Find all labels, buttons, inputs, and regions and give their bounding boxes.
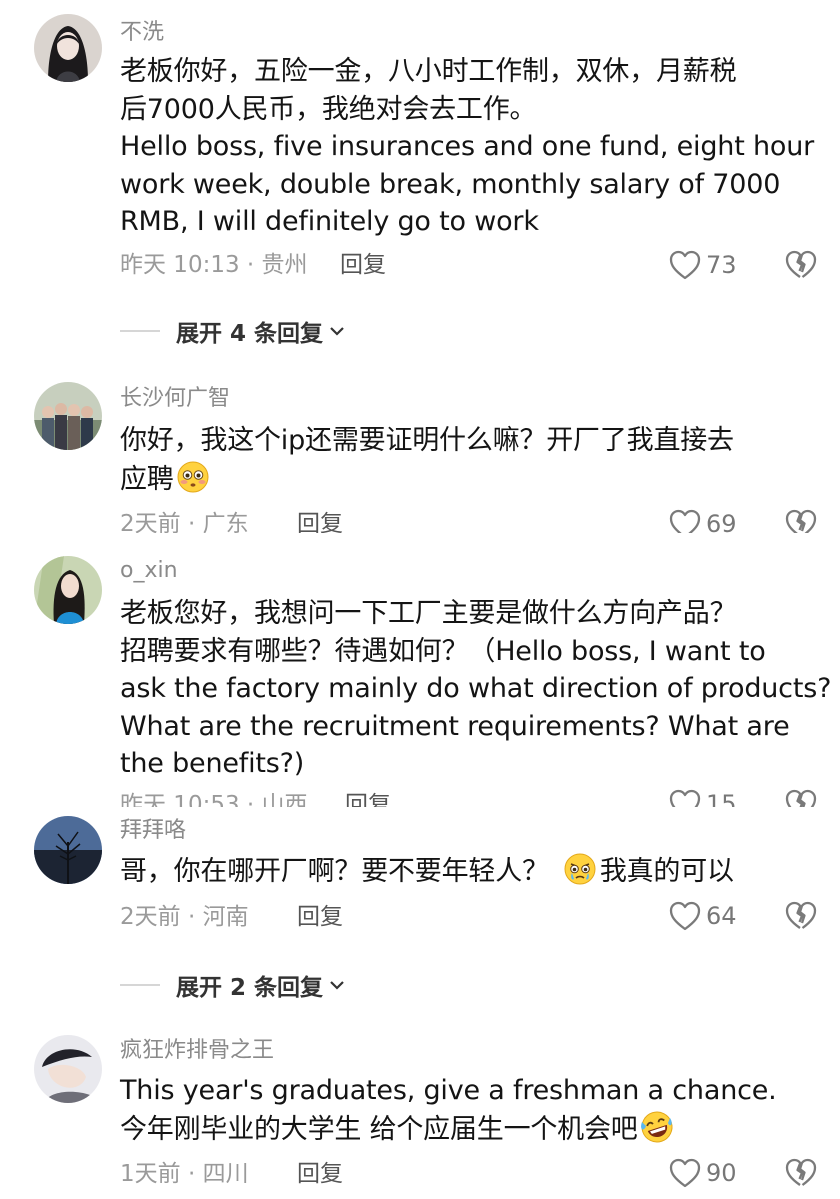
dislike-broken-heart-icon [785,1158,817,1186]
comment-line: Hello boss, five insurances and one fund… [120,131,815,162]
comment-text: This year's graduates, give a freshman a… [120,1072,822,1148]
like-button[interactable]: 64 [668,900,737,932]
dislike-button[interactable] [784,1157,818,1189]
expand-replies[interactable]: 展开 4 条回复 [120,316,345,347]
comment-line: What are the recruitment requirements? W… [120,710,790,742]
comment-meta: 2天前 · 广东 [120,511,249,533]
dislike-button[interactable] [784,900,818,932]
comment-line: 我真的可以 [599,856,734,887]
reply-button[interactable]: 回复 [345,790,391,807]
laughing-tears-emoji [640,1111,673,1142]
dislike-button[interactable] [784,508,818,533]
dislike-broken-heart-icon [785,789,817,807]
username[interactable]: 不洗 [120,18,164,48]
comment-text: 老板您好，我想问一下工厂主要是做什么方向产品？ 招聘要求有哪些？待遇如何？（He… [120,595,832,783]
comment-text: 你好，我这个ip还需要证明什么嘛？开厂了我直接去 应聘 [120,422,822,498]
reply-button[interactable]: 回复 [297,1159,343,1189]
like-heart-icon [669,901,701,931]
dislike-button[interactable] [784,788,818,807]
like-count: 69 [706,510,737,533]
comment-line: ask the factory mainly do what direction… [120,673,832,704]
like-heart-icon [669,789,701,807]
expand-replies[interactable]: 展开 2 条回复 [120,970,345,1001]
dislike-broken-heart-icon [785,509,817,533]
comment-line: 哥，你在哪开厂啊？要不要年轻人？ [120,856,549,887]
reply-button[interactable]: 回复 [340,250,386,280]
username[interactable]: o_xin [120,556,178,586]
like-heart-icon [669,509,701,533]
comment-line: RMB, I will definitely go to work [120,206,539,237]
comment-line-with-emoji: 今年刚毕业的大学生 给个应届生一个机会吧 [120,1110,822,1149]
comment-line: This year's graduates, give a freshman a… [120,1075,777,1106]
divider [120,984,160,986]
dislike-broken-heart-icon [785,250,817,278]
like-button[interactable]: 90 [668,1157,737,1189]
like-count: 64 [706,902,737,930]
like-count: 15 [706,790,737,807]
like-button[interactable]: 69 [668,508,737,533]
comment-line: 后7000人民币，我绝对会去工作。 [120,93,537,125]
comment-meta: 1天前 · 四川 [120,1161,249,1187]
comment-item: 不洗 老板你好，五险一金，八小时工作制，双休，月薪税 后7000人民币，我绝对会… [0,0,840,368]
avatar[interactable] [34,556,102,624]
avatar[interactable] [34,1035,102,1103]
reply-button[interactable]: 回复 [297,902,343,932]
like-count: 90 [706,1159,737,1187]
username[interactable]: 拜拜咯 [120,816,186,846]
reply-button[interactable]: 回复 [297,509,343,533]
comment-meta: 昨天 10:13 · 贵州 [120,252,308,278]
like-heart-icon [669,250,701,280]
comment-line: 今年刚毕业的大学生 给个应届生一个机会吧 [120,1113,638,1145]
comment-item: 长沙何广智 你好，我这个ip还需要证明什么嘛？开厂了我直接去 应聘 2天前 · … [0,368,840,533]
comment-item: o_xin 老板您好，我想问一下工厂主要是做什么方向产品？ 招聘要求有哪些？待遇… [0,542,840,807]
divider [120,330,160,332]
dislike-button[interactable] [784,249,818,281]
comment-meta: 昨天 10:53 · 山西 [120,792,308,807]
comment-item: 拜拜咯 哥，你在哪开厂啊？要不要年轻人？ 我真的可以 2天前 · 河南 回复 64… [0,808,840,1023]
chevron-down-icon [330,981,344,990]
comment-line: 老板你好，五险一金，八小时工作制，双休，月薪税 [120,56,737,87]
expand-replies-label: 展开 4 条回复 [176,321,324,347]
comment-line: 老板您好，我想问一下工厂主要是做什么方向产品？ [120,598,737,629]
flushed-face-emoji [177,461,209,492]
comment-line-with-emoji: 应聘 [120,460,822,499]
like-count: 73 [706,251,737,279]
comment-line: 招聘要求有哪些？待遇如何？（Hello boss, I want to [120,635,766,667]
username[interactable]: 长沙何广智 [120,384,230,414]
expand-replies-label: 展开 2 条回复 [176,975,324,1001]
crying-face-emoji [564,853,596,885]
like-button[interactable]: 15 [668,788,737,807]
comment-line: 你好，我这个ip还需要证明什么嘛？开厂了我直接去 [120,425,734,456]
like-button[interactable]: 73 [668,249,737,281]
comment-item: 疯狂炸排骨之王 This year's graduates, give a fr… [0,1023,840,1199]
comment-line: 应聘 [120,463,174,495]
avatar[interactable] [34,816,102,884]
avatar[interactable] [34,382,102,450]
comment-line: work week, double break, monthly salary … [120,168,781,200]
comment-line-with-emoji: 哥，你在哪开厂啊？要不要年轻人？ 我真的可以 [120,852,822,891]
username[interactable]: 疯狂炸排骨之王 [120,1036,274,1066]
dislike-broken-heart-icon [785,901,817,929]
comment-meta: 2天前 · 河南 [120,904,249,930]
comment-line: the benefits?) [120,748,305,779]
chevron-down-icon [330,327,344,336]
avatar[interactable] [34,14,102,82]
comment-text: 老板你好，五险一金，八小时工作制，双休，月薪税 后7000人民币，我绝对会去工作… [120,53,822,241]
like-heart-icon [669,1158,701,1188]
comment-text: 哥，你在哪开厂啊？要不要年轻人？ 我真的可以 [120,852,822,891]
